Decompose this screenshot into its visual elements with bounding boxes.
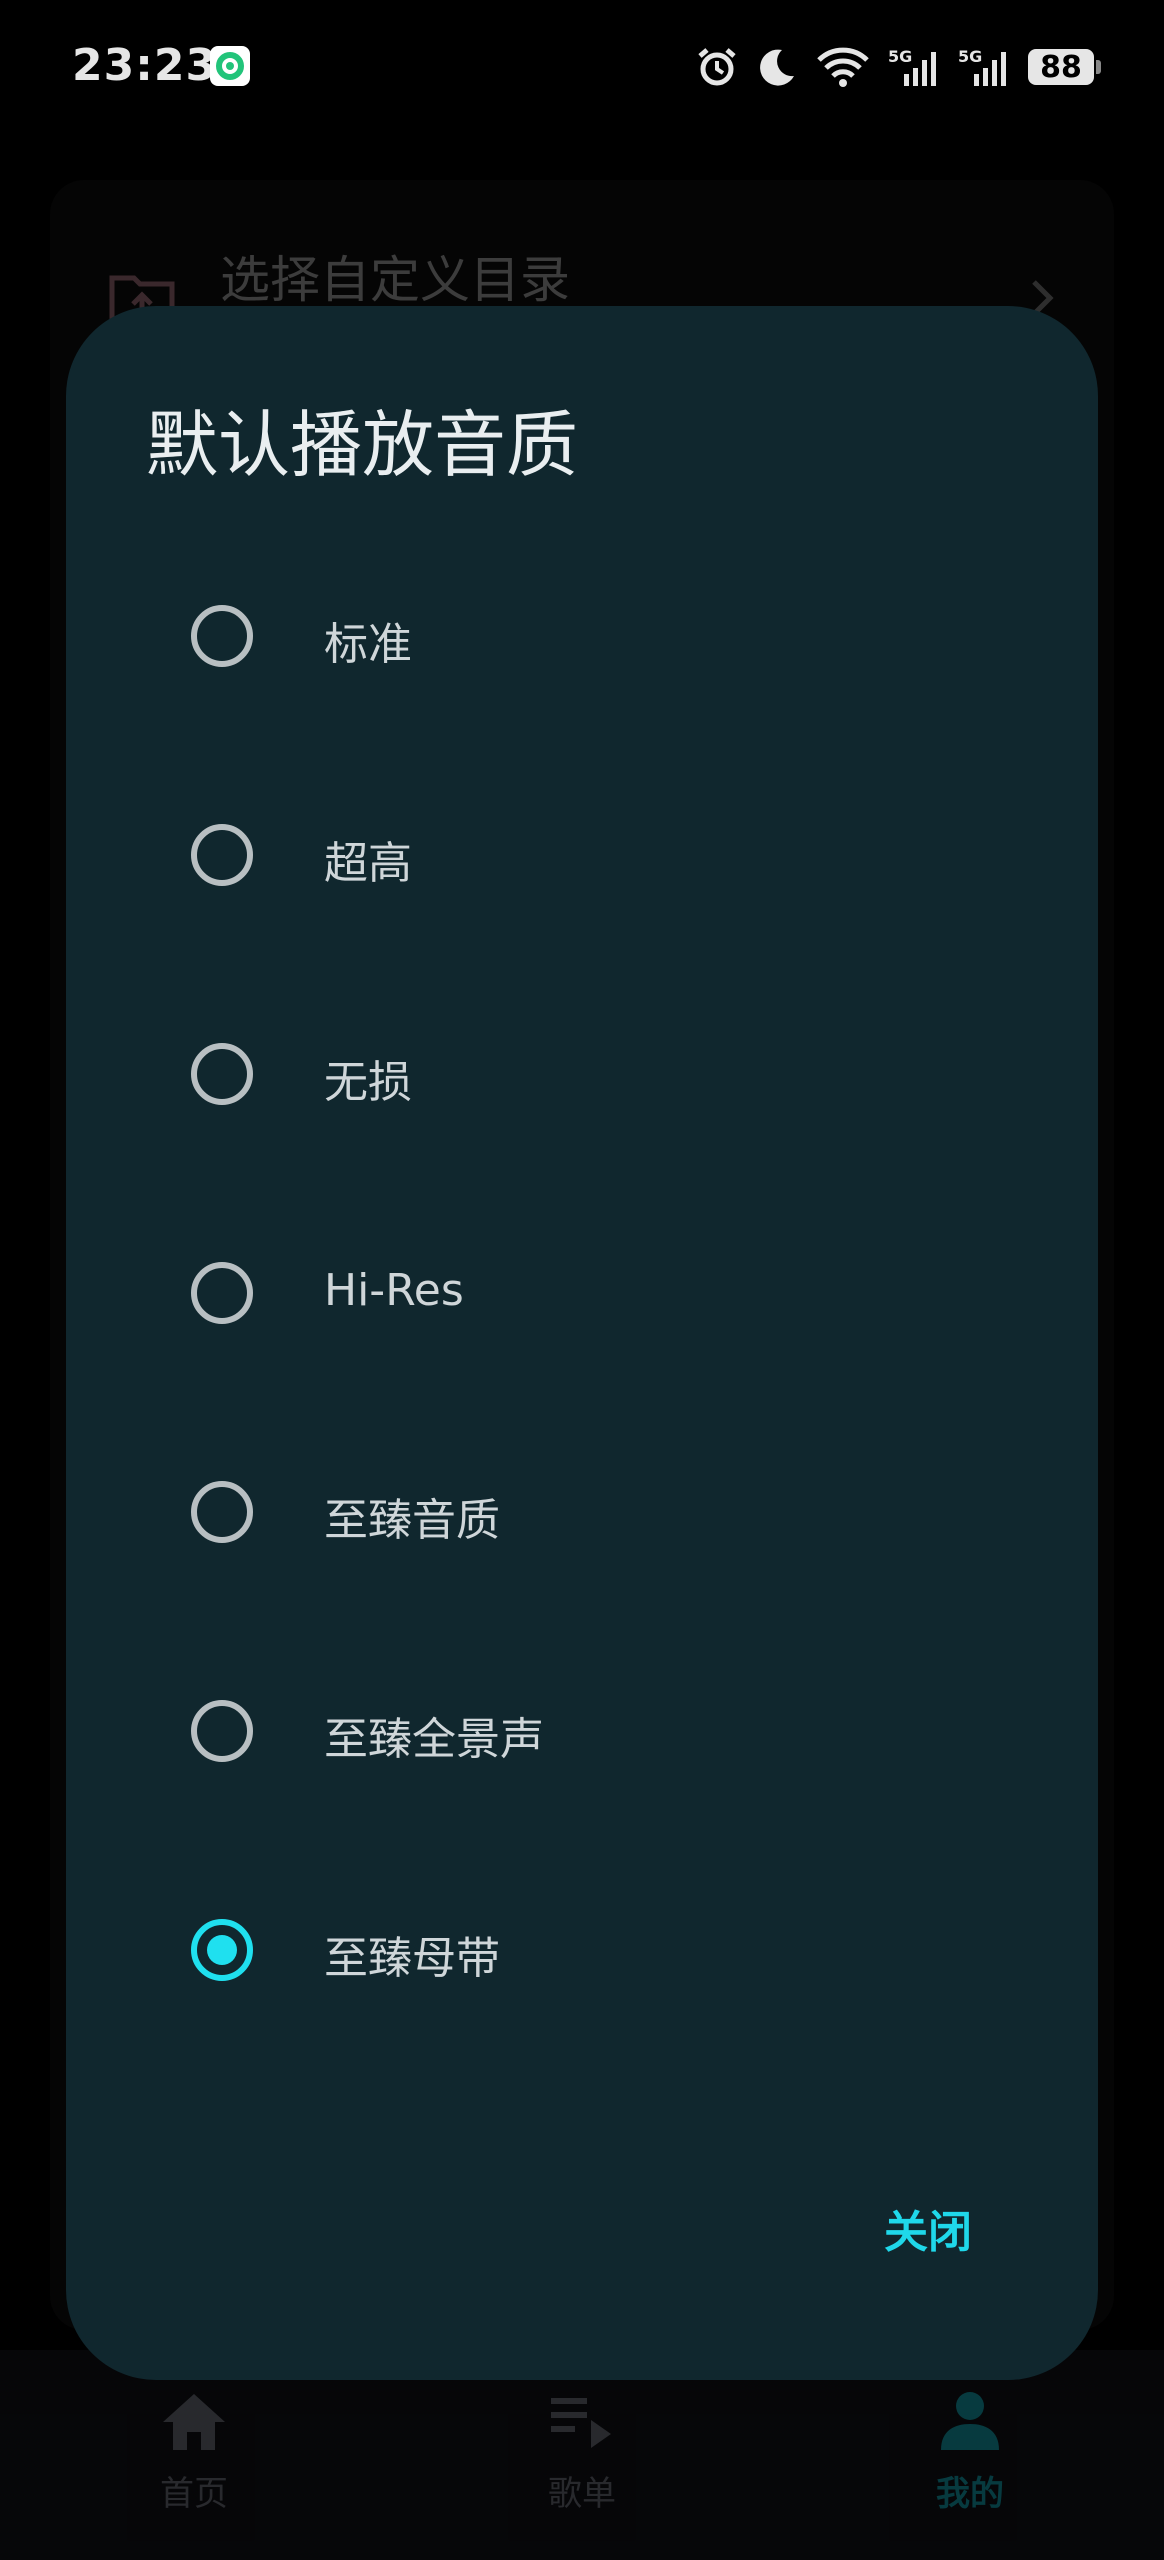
option-label: 超高 — [324, 838, 412, 889]
wifi-icon — [816, 46, 870, 88]
radio-button[interactable] — [191, 824, 253, 886]
quality-option-list: 标准 超高 无损 Hi-Res 至臻音质 至臻全景声 至臻母带 — [66, 526, 1098, 2059]
radio-button-checked[interactable] — [191, 1919, 253, 1981]
status-icons: 5G 5G 88 — [696, 44, 1101, 90]
quality-option-hires[interactable]: Hi-Res — [66, 1183, 1098, 1402]
quality-option-standard[interactable]: 标准 — [66, 526, 1098, 745]
option-label: 无损 — [324, 1057, 412, 1108]
signal-icon-2: 5G — [958, 46, 1010, 88]
quality-dialog: 默认播放音质 标准 超高 无损 Hi-Res 至臻音质 至臻全景声 至臻母带 关… — [66, 306, 1098, 2380]
dialog-title: 默认播放音质 — [146, 403, 579, 487]
status-time: 23:23 — [72, 40, 218, 91]
quality-option-master-quality[interactable]: 至臻音质 — [66, 1402, 1098, 1621]
radio-button[interactable] — [191, 605, 253, 667]
quality-option-high[interactable]: 超高 — [66, 745, 1098, 964]
option-label: Hi-Res — [324, 1265, 464, 1316]
quality-option-master-tape[interactable]: 至臻母带 — [66, 1840, 1098, 2059]
app-notification-icon — [210, 46, 250, 86]
alarm-icon — [696, 46, 738, 88]
option-label: 至臻全景声 — [324, 1714, 544, 1765]
svg-text:5G: 5G — [888, 47, 912, 66]
radio-button[interactable] — [191, 1043, 253, 1105]
close-button[interactable]: 关闭 — [884, 2196, 972, 2260]
quality-option-spatial-audio[interactable]: 至臻全景声 — [66, 1621, 1098, 1840]
radio-button[interactable] — [191, 1481, 253, 1543]
quality-option-lossless[interactable]: 无损 — [66, 964, 1098, 1183]
moon-icon — [756, 46, 798, 88]
svg-text:5G: 5G — [958, 47, 982, 66]
status-bar: 23:23 5G 5G 88 — [0, 0, 1164, 130]
radio-button[interactable] — [191, 1700, 253, 1762]
signal-icon-1: 5G — [888, 46, 940, 88]
option-label: 标准 — [324, 619, 412, 670]
battery-indicator: 88 — [1028, 49, 1101, 85]
radio-button[interactable] — [191, 1262, 253, 1324]
option-label: 至臻音质 — [324, 1495, 500, 1546]
option-label: 至臻母带 — [324, 1933, 500, 1984]
